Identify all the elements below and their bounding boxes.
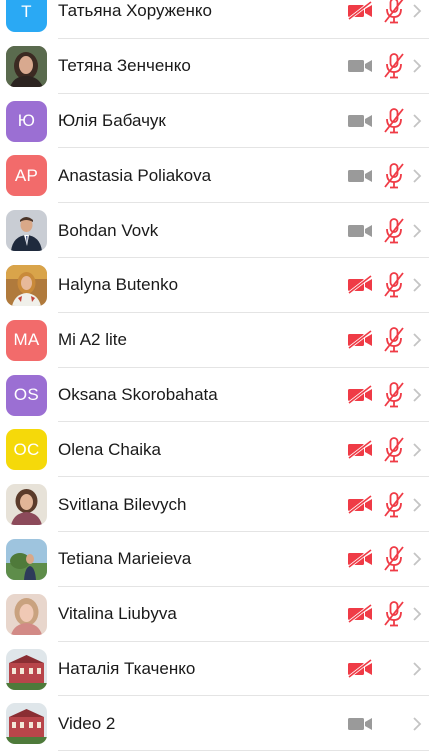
participant-name: Mi A2 lite [58,330,127,350]
avatar: MA [6,319,47,361]
video-camera-icon[interactable] [347,222,373,240]
microphone-off-icon[interactable] [382,436,406,463]
participant-row[interactable]: OC Olena Chaika [0,422,429,478]
avatar-photo [6,593,47,635]
chevron-right-icon[interactable] [412,716,422,732]
avatar: Ю [6,100,47,142]
participant-row[interactable]: Ю Юлія Бабачук [0,93,429,149]
video-camera-off-icon[interactable] [347,384,373,405]
video-camera-off-icon[interactable] [347,549,373,569]
participant-row[interactable]: Halyna Butenko [0,257,429,313]
participant-name: Тетяна Зенченко [58,56,191,76]
chevron-right-icon[interactable] [412,497,422,513]
participant-name: Bohdan Vovk [58,220,159,240]
chevron-right-icon[interactable] [412,661,422,677]
participant-name: Vitalina Liubyva [58,604,177,624]
chevron-right-icon[interactable] [412,551,422,567]
avatar: AP [6,155,47,197]
chevron-right-icon[interactable] [412,58,422,74]
participant-row[interactable]: Тетяна Зенченко [0,38,429,94]
participant-row[interactable]: Наталія Ткаченко [0,641,429,697]
participant-row[interactable]: AP Anastasia Poliakova [0,148,429,204]
video-camera-off-icon[interactable] [347,658,373,679]
participant-row[interactable]: OS Oksana Skorobahata [0,367,429,423]
avatar-photo [6,648,47,690]
video-camera-off-icon[interactable] [347,603,373,624]
participant-row[interactable]: Bohdan Vovk [0,203,429,258]
avatar-initials: Ю [17,111,36,131]
avatar-photo [6,210,47,252]
participant-row[interactable]: Svitlana Bilevych [0,477,429,532]
avatar-initials: AP [14,165,39,185]
participant-name: Oksana Skorobahata [58,384,218,404]
video-camera-off-icon[interactable] [347,1,373,21]
microphone-off-icon[interactable] [382,546,406,572]
chevron-right-icon[interactable] [412,442,422,458]
microphone-off-icon[interactable] [382,601,406,627]
video-camera-off-icon[interactable] [347,275,373,295]
participant-name: Tetiana Marieieva [58,549,192,569]
avatar-photo [6,538,47,580]
participant-name: Olena Chaika [58,439,162,459]
avatar: Т [6,0,47,32]
participant-name: Halyna Butenko [58,275,179,295]
avatar: OS [6,374,47,416]
participant-name: Юлія Бабачук [58,110,166,130]
participant-name: Anastasia Poliakova [58,165,212,185]
avatar-initials: OC [13,439,40,459]
microphone-off-icon[interactable] [382,53,406,79]
microphone-off-icon[interactable] [382,0,406,24]
participant-row[interactable]: Tetiana Marieieva [0,531,429,587]
video-camera-icon[interactable] [347,715,373,733]
avatar-initials: MA [13,330,40,350]
participant-name: Video 2 [58,713,116,733]
chevron-right-icon[interactable] [412,113,422,129]
participant-name: Татьяна Хоруженко [58,1,212,21]
video-camera-icon[interactable] [347,57,373,75]
microphone-off-icon[interactable] [382,108,406,134]
avatar-photo [6,45,47,87]
video-camera-off-icon[interactable] [347,494,373,514]
video-camera-icon[interactable] [347,112,373,130]
chevron-right-icon[interactable] [412,168,422,184]
participant-name: Svitlana Bilevych [58,494,187,514]
microphone-off-icon[interactable] [382,217,406,244]
participant-row[interactable]: Vitalina Liubyva [0,586,429,642]
microphone-off-icon[interactable] [382,327,406,353]
participant-row[interactable]: MA Mi A2 lite [0,312,429,368]
participants-list: Т Татьяна Хоруженко Тетяна Зенченко Ю Юл… [0,0,429,751]
chevron-right-icon[interactable] [412,277,422,293]
microphone-off-icon[interactable] [382,491,406,518]
avatar-initials: Т [21,1,32,21]
participant-row[interactable]: Т Татьяна Хоруженко [0,0,429,39]
avatar-photo [6,484,47,526]
microphone-off-icon[interactable] [382,272,406,298]
video-camera-off-icon[interactable] [347,439,373,460]
chevron-right-icon[interactable] [412,387,422,403]
participant-row[interactable]: Video 2 [0,696,429,751]
avatar: OC [6,429,47,471]
participant-name: Наталія Ткаченко [58,658,196,678]
avatar-photo [6,703,47,745]
video-camera-off-icon[interactable] [347,329,373,350]
avatar-initials: OS [13,385,40,405]
microphone-off-icon[interactable] [382,382,406,408]
chevron-right-icon[interactable] [412,606,422,622]
video-camera-icon[interactable] [347,167,373,185]
chevron-right-icon[interactable] [412,3,422,19]
microphone-off-icon[interactable] [382,162,406,189]
chevron-right-icon[interactable] [412,223,422,239]
avatar-photo [6,264,47,306]
chevron-right-icon[interactable] [412,332,422,348]
